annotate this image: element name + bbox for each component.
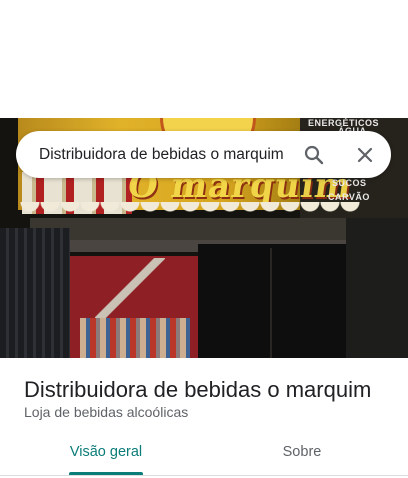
dark-door bbox=[198, 244, 346, 358]
sign-word-sucos: SUCOS bbox=[332, 178, 367, 188]
right-wall bbox=[346, 218, 408, 358]
search-input[interactable]: Distribuidora de bebidas o marquim bbox=[39, 146, 284, 164]
storefront-beam bbox=[30, 218, 360, 240]
map-top-blank-area bbox=[0, 0, 408, 118]
door-seam bbox=[270, 248, 272, 358]
tabs-divider bbox=[0, 475, 408, 476]
place-category[interactable]: Loja de bebidas alcoólicas bbox=[24, 404, 188, 420]
search-icon[interactable] bbox=[302, 143, 326, 167]
sign-word-carvao: CARVÃO bbox=[328, 192, 370, 202]
tab-overview[interactable]: Visão geral bbox=[4, 430, 208, 474]
close-icon[interactable] bbox=[353, 143, 377, 167]
tab-overview-label: Visão geral bbox=[69, 444, 143, 460]
tab-about-label: Sobre bbox=[282, 444, 322, 460]
place-tabs: Visão geral Sobre bbox=[0, 430, 408, 476]
tab-about[interactable]: Sobre bbox=[200, 430, 404, 474]
metal-gate bbox=[0, 228, 70, 358]
search-bar[interactable]: Distribuidora de bebidas o marquim bbox=[16, 131, 391, 178]
interior-stair bbox=[95, 258, 165, 318]
interior-shelf bbox=[80, 318, 190, 358]
place-title: Distribuidora de bebidas o marquim bbox=[24, 377, 372, 402]
